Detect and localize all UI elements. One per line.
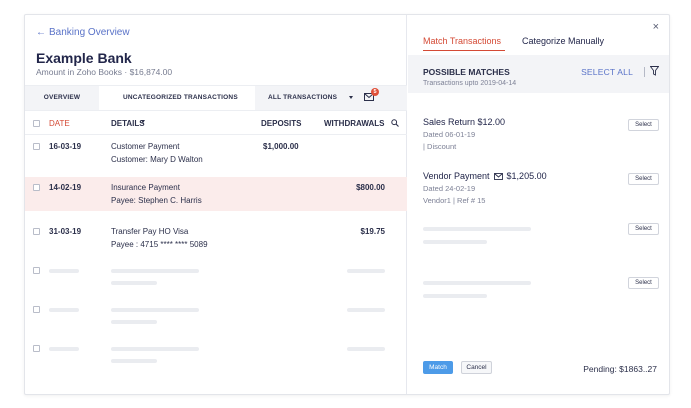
tab-match-transactions[interactable]: Match Transactions xyxy=(423,36,506,51)
skeleton-bar xyxy=(111,320,157,324)
row-checkbox[interactable] xyxy=(33,143,40,150)
skeleton-bar xyxy=(111,347,199,351)
back-link[interactable]: ← Banking Overview xyxy=(36,27,130,38)
pending-amount: Pending: $1863..27 xyxy=(583,364,657,374)
skeleton-bar xyxy=(111,269,199,273)
row-date: 31-03-19 xyxy=(49,227,82,236)
col-deposits: DEPOSITS xyxy=(261,119,302,128)
match-title-text: Sales Return $12.00 xyxy=(423,117,506,127)
back-arrow-icon: ← xyxy=(36,27,46,38)
match-date: Dated 24-02-19 xyxy=(423,184,476,193)
skeleton-bar xyxy=(347,269,385,273)
close-icon[interactable]: × xyxy=(653,21,659,33)
bank-match-window: ← Banking Overview Example Bank Amount i… xyxy=(24,14,670,395)
row-detail-secondary: Payee : 4715 **** **** 5089 xyxy=(111,240,208,249)
skeleton-bar xyxy=(49,308,79,312)
row-detail-secondary: Payee: Stephen C. Harris xyxy=(111,196,202,205)
match-amount: $1,205.00 xyxy=(506,171,547,181)
possible-matches-subtitle: Transactions upto 2019-04-14 xyxy=(423,80,517,87)
tab-all-label: ALL TRANSACTIONS xyxy=(268,94,338,101)
select-all-checkbox[interactable] xyxy=(33,120,40,127)
row-checkbox xyxy=(33,306,40,313)
possible-matches-header: POSSIBLE MATCHES Transactions upto 2019-… xyxy=(408,55,669,93)
select-button[interactable]: Select xyxy=(628,223,659,235)
match-tabs: Match Transactions Categorize Manually × xyxy=(408,15,669,51)
match-meta: Vendor1 | Ref # 15 xyxy=(423,196,486,205)
row-detail-primary: Transfer Pay HO Visa xyxy=(111,227,189,236)
table-row-selected[interactable]: 14-02-19 Insurance Payment Payee: Stephe… xyxy=(25,177,407,211)
row-date: 14-02-19 xyxy=(49,183,82,192)
skeleton-bar xyxy=(111,308,199,312)
col-details: DETAILS xyxy=(111,119,145,128)
row-detail-primary: Insurance Payment xyxy=(111,183,180,192)
tab-uncategorized[interactable]: UNCATEGORIZED TRANSACTIONS xyxy=(99,86,255,123)
tab-categorize-manually[interactable]: Categorize Manually xyxy=(522,36,604,46)
filter-icon[interactable] xyxy=(650,66,659,76)
col-withdrawals: WITHDRAWALS xyxy=(324,119,385,128)
back-link-label: Banking Overview xyxy=(49,27,130,38)
row-detail-secondary: Customer: Mary D Walton xyxy=(111,155,203,164)
skeleton-bar xyxy=(347,347,385,351)
row-withdrawal: $800.00 xyxy=(356,183,385,192)
skeleton-bar xyxy=(347,308,385,312)
match-title: Vendor Payment $1,205.00 xyxy=(423,171,663,181)
select-button[interactable]: Select xyxy=(628,119,659,131)
divider xyxy=(644,67,645,77)
amount-value: $16,874.00 xyxy=(129,67,173,77)
loading-row xyxy=(25,265,407,301)
filter-bar: OVERVIEW UNCATEGORIZED TRANSACTIONS ALL … xyxy=(25,85,407,123)
col-date[interactable]: DATE xyxy=(49,119,70,128)
row-detail-primary: Customer Payment xyxy=(111,142,180,151)
skeleton-bar xyxy=(423,294,487,298)
transactions-panel: ← Banking Overview Example Bank Amount i… xyxy=(25,15,407,394)
skeleton-bar xyxy=(423,240,487,244)
row-checkbox[interactable] xyxy=(33,228,40,235)
table-row[interactable]: 31-03-19 Transfer Pay HO Visa Payee : 47… xyxy=(25,221,407,261)
select-button[interactable]: Select xyxy=(628,277,659,289)
skeleton-bar xyxy=(49,269,79,273)
row-checkbox xyxy=(33,267,40,274)
table-row[interactable]: 16-03-19 Customer Payment Customer: Mary… xyxy=(25,137,407,177)
row-withdrawal: $19.75 xyxy=(360,227,385,236)
match-item: Vendor Payment $1,205.00 Dated 24-02-19 … xyxy=(423,171,663,205)
possible-matches-title: POSSIBLE MATCHES xyxy=(423,67,510,77)
row-checkbox xyxy=(33,345,40,352)
row-checkbox[interactable] xyxy=(33,184,40,191)
skeleton-bar xyxy=(423,281,531,285)
tab-overview-label: OVERVIEW xyxy=(43,94,81,101)
tab-all-transactions[interactable]: ALL TRANSACTIONS xyxy=(268,86,358,110)
bank-name: Example Bank xyxy=(36,50,132,66)
match-date: Dated 06-01-19 xyxy=(423,130,476,139)
notification-badge: 5 xyxy=(371,88,379,96)
tab-uncategorized-label: UNCATEGORIZED TRANSACTIONS xyxy=(123,94,238,101)
match-title-text: Vendor Payment xyxy=(423,171,490,181)
skeleton-bar xyxy=(423,227,531,231)
row-deposit: $1,000.00 xyxy=(263,142,299,151)
cancel-button[interactable]: Cancel xyxy=(461,361,492,374)
chevron-down-icon xyxy=(349,95,354,99)
mail-icon xyxy=(493,172,503,180)
select-button[interactable]: Select xyxy=(628,173,659,185)
search-icon[interactable] xyxy=(391,119,399,127)
skeleton-bar xyxy=(111,359,157,363)
amount-line: Amount in Zoho Books · $16,874.00 xyxy=(36,67,172,77)
loading-row xyxy=(25,304,407,340)
tab-overview[interactable]: OVERVIEW xyxy=(25,86,99,110)
match-title: Sales Return $12.00 xyxy=(423,117,663,127)
match-button[interactable]: Match xyxy=(423,361,453,374)
skeleton-bar xyxy=(49,347,79,351)
match-item: Sales Return $12.00 Dated 06-01-19 | Dis… xyxy=(423,117,663,151)
match-panel: Match Transactions Categorize Manually ×… xyxy=(408,15,669,394)
table-header: DATE DETAILS DEPOSITS WITHDRAWALS xyxy=(25,113,407,135)
loading-row xyxy=(25,343,407,379)
amount-label: Amount in Zoho Books xyxy=(36,67,122,77)
select-all-link[interactable]: SELECT ALL xyxy=(581,67,633,77)
skeleton-bar xyxy=(111,281,157,285)
row-date: 16-03-19 xyxy=(49,142,82,151)
match-meta: | Discount xyxy=(423,142,457,151)
